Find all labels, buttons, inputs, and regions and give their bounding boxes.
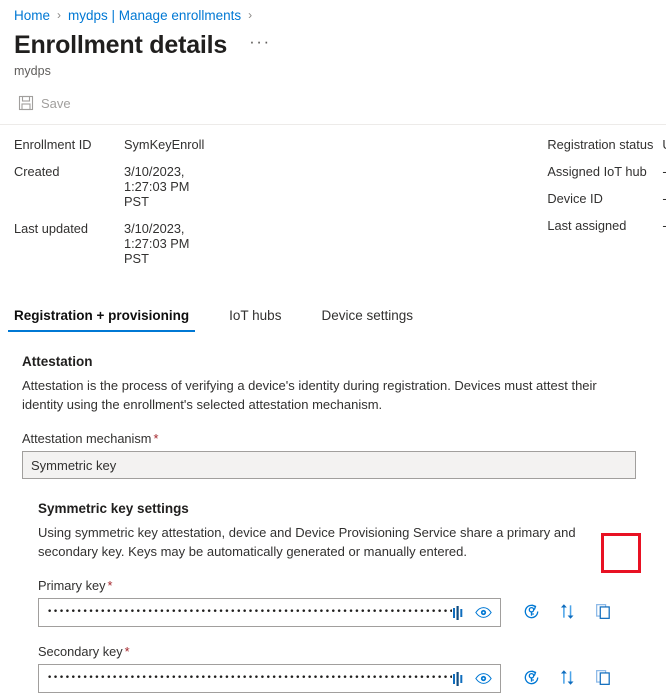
device-id-value: --	[662, 191, 666, 206]
secondary-key-copy-button[interactable]	[590, 666, 616, 692]
attestation-mechanism-label-text: Attestation mechanism	[22, 431, 152, 446]
last-assigned-label: Last assigned	[547, 218, 627, 233]
attestation-heading: Attestation	[22, 354, 93, 369]
attestation-mechanism-field: Symmetric key	[22, 451, 636, 479]
symmetric-key-settings-section: Symmetric key settings Using symmetric k…	[38, 501, 666, 693]
primary-key-masked-value: ••••••••••••••••••••••••••••••••••••••••…	[47, 607, 452, 617]
required-asterisk: *	[124, 644, 130, 659]
essentials-panel: Enrollment ID SymKeyEnroll Created 3/10/…	[0, 125, 666, 266]
tab-registration-provisioning[interactable]: Registration + provisioning	[8, 304, 196, 332]
assigned-iot-hub-value: --	[662, 164, 666, 179]
command-bar: Save	[0, 78, 666, 114]
registration-status-value: Unassigned	[662, 137, 666, 152]
symmetric-key-settings-heading: Symmetric key settings	[38, 501, 189, 516]
required-asterisk: *	[153, 431, 159, 446]
secondary-key-swap-button[interactable]	[554, 666, 580, 692]
enrollment-id-label: Enrollment ID	[14, 137, 92, 152]
primary-key-label-text: Primary key	[38, 578, 106, 593]
secondary-key-label: Secondary key *	[38, 644, 666, 659]
regenerate-key-icon	[522, 602, 541, 624]
last-assigned-value: --	[662, 218, 666, 233]
device-id-label: Device ID	[547, 191, 603, 206]
attestation-description: Attestation is the process of verifying …	[22, 378, 597, 412]
save-button[interactable]: Save	[14, 92, 75, 114]
attestation-mechanism-label: Attestation mechanism *	[22, 431, 666, 446]
breadcrumb-item-home[interactable]: Home	[14, 8, 50, 23]
text-cursor-icon	[452, 671, 465, 687]
breadcrumb: Home › mydps | Manage enrollments ›	[0, 0, 666, 24]
secondary-key-row: ••••••••••••••••••••••••••••••••••••••••…	[38, 664, 666, 693]
tab-iot-hubs[interactable]: IoT hubs	[223, 304, 287, 332]
secondary-key-regenerate-button[interactable]	[518, 666, 544, 692]
secondary-key-show-icon[interactable]	[471, 667, 495, 691]
attestation-mechanism-value: Symmetric key	[31, 457, 117, 473]
secondary-key-input[interactable]: ••••••••••••••••••••••••••••••••••••••••…	[38, 664, 501, 693]
primary-key-label: Primary key *	[38, 578, 666, 593]
more-options-icon[interactable]: ···	[245, 32, 274, 58]
text-cursor-icon	[452, 605, 465, 621]
breadcrumb-separator-icon: ›	[57, 8, 62, 22]
created-value: 3/10/2023, 1:27:03 PM PST	[124, 164, 190, 209]
tab-panel-registration-provisioning: Attestation Attestation is the process o…	[0, 332, 666, 693]
essentials-left-column: Enrollment ID SymKeyEnroll Created 3/10/…	[0, 137, 204, 266]
swap-keys-icon	[558, 668, 577, 690]
secondary-key-label-text: Secondary key	[38, 644, 123, 659]
breadcrumb-separator-icon: ›	[248, 8, 253, 22]
copy-icon	[594, 668, 613, 690]
tab-bar: Registration + provisioning IoT hubs Dev…	[0, 300, 666, 332]
last-updated-value: 3/10/2023, 1:27:03 PM PST	[124, 221, 190, 266]
primary-key-swap-button[interactable]	[554, 600, 580, 626]
required-asterisk: *	[107, 578, 113, 593]
save-button-label: Save	[41, 95, 71, 111]
enrollment-id-value: SymKeyEnroll	[124, 137, 205, 152]
last-updated-label: Last updated	[14, 221, 89, 236]
essentials-right-column: Registration status Unassigned Assigned …	[547, 137, 666, 266]
created-label: Created	[14, 164, 60, 179]
page-title: Enrollment details	[14, 31, 228, 59]
swap-keys-icon	[558, 602, 577, 624]
page-header: Enrollment details ···	[0, 24, 666, 60]
secondary-key-masked-value: ••••••••••••••••••••••••••••••••••••••••…	[47, 673, 452, 683]
primary-key-regenerate-button[interactable]	[518, 600, 544, 626]
assigned-iot-hub-label: Assigned IoT hub	[547, 164, 647, 179]
page-subtitle: mydps	[14, 64, 51, 78]
breadcrumb-item-manage-enrollments[interactable]: mydps | Manage enrollments	[68, 8, 241, 23]
save-disk-icon	[18, 95, 34, 111]
regenerate-key-icon	[522, 668, 541, 690]
symmetric-key-settings-description: Using symmetric key attestation, device …	[38, 525, 576, 559]
copy-icon	[594, 602, 613, 624]
registration-status-label: Registration status	[547, 137, 654, 152]
primary-key-copy-button[interactable]	[590, 600, 616, 626]
primary-key-input[interactable]: ••••••••••••••••••••••••••••••••••••••••…	[38, 598, 501, 627]
primary-key-row: ••••••••••••••••••••••••••••••••••••••••…	[38, 598, 666, 627]
tab-device-settings[interactable]: Device settings	[315, 304, 419, 332]
primary-key-show-icon[interactable]	[471, 601, 495, 625]
